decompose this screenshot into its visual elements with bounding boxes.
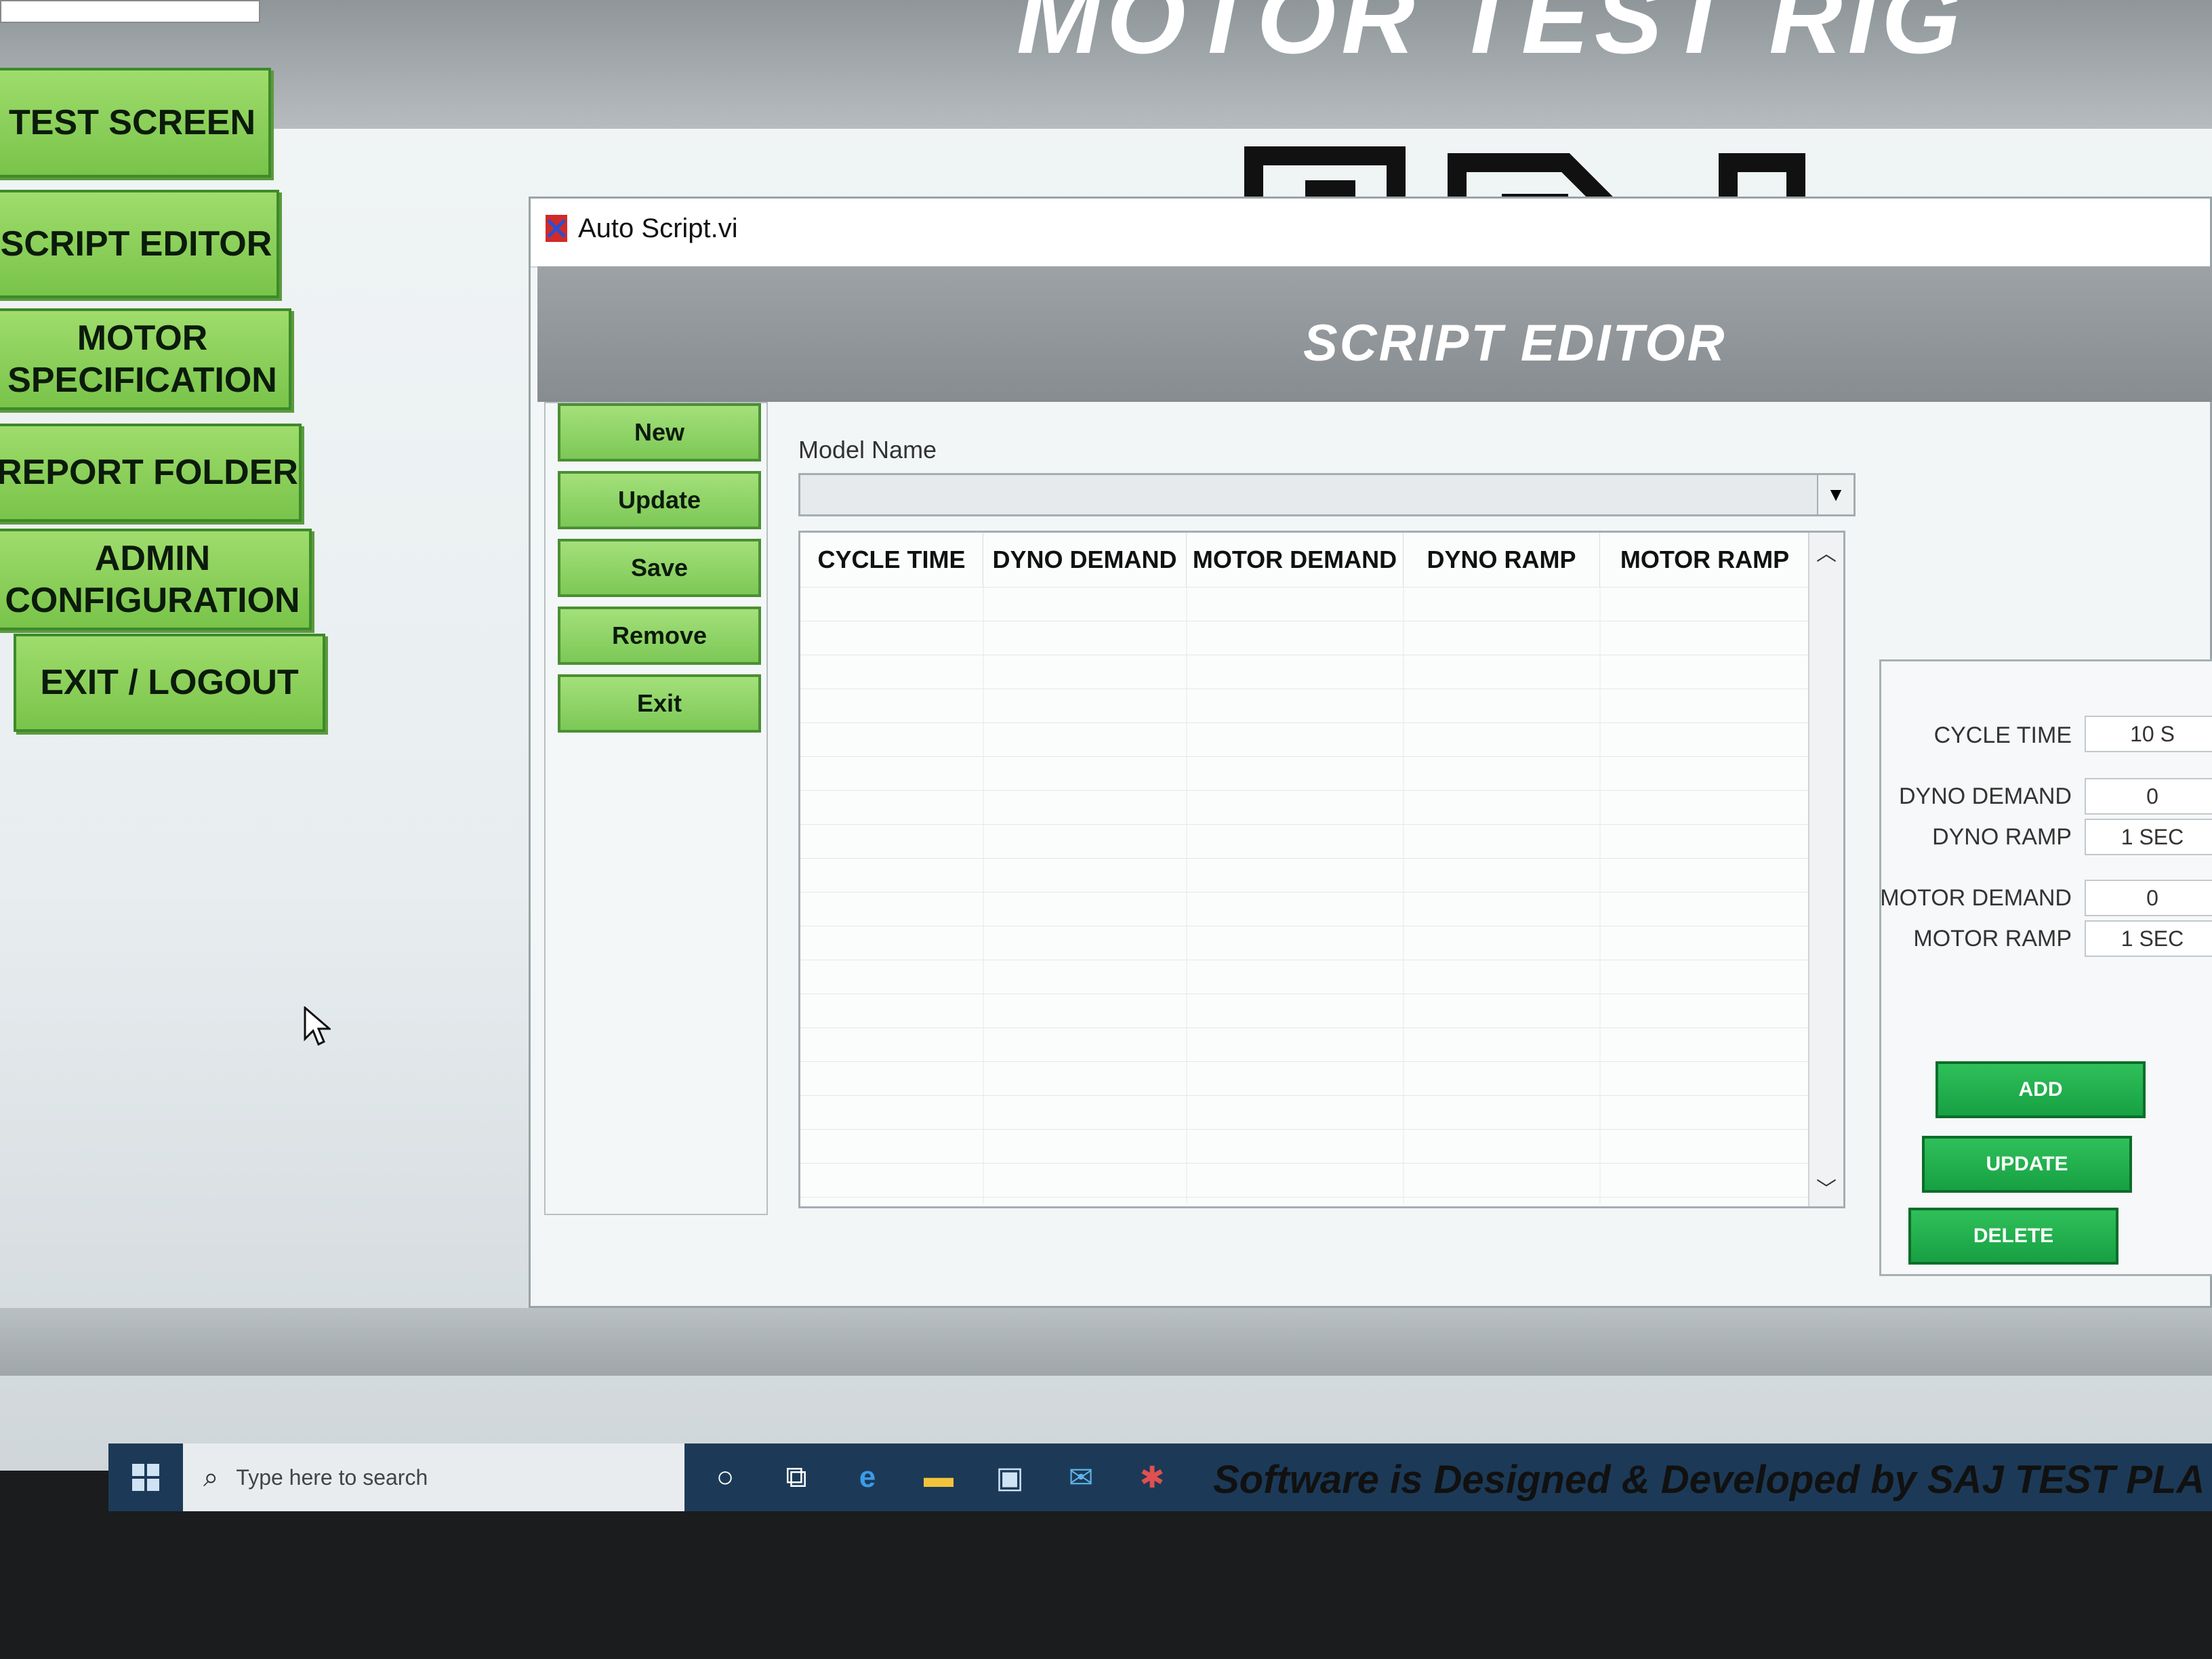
column-header-dyno-demand[interactable]: DYNO DEMAND [983,533,1187,587]
sidebar-item-admin-configuration[interactable]: ADMIN CONFIGURATION [0,529,312,630]
footer-band [0,1308,2212,1376]
model-name-select[interactable]: ▼ [798,473,1856,516]
sidebar-item-report-folder[interactable]: REPORT FOLDER [0,424,302,522]
motor-ramp-field[interactable]: 1 SEC [2085,920,2212,957]
update-button[interactable]: Update [558,471,761,529]
column-header-motor-ramp[interactable]: MOTOR RAMP [1600,533,1810,587]
labview-icon [546,215,567,242]
exit-button[interactable]: Exit [558,674,761,733]
save-button[interactable]: Save [558,539,761,597]
mouse-cursor-icon [304,1006,331,1046]
sidebar-item-exit-logout[interactable]: EXIT / LOGOUT [14,634,325,732]
script-editor-window: Auto Script.vi SCRIPT EDITOR New Update … [529,197,2212,1308]
column-header-cycle-time[interactable]: CYCLE TIME [800,533,983,587]
update-step-button[interactable]: UPDATE [1922,1136,2132,1193]
editor-title: SCRIPT EDITOR [1303,314,1727,372]
motor-demand-field[interactable]: 0 [2085,880,2212,916]
cortana-icon[interactable]: ○ [705,1457,745,1498]
chevron-down-icon[interactable]: ▼ [1817,475,1853,514]
taskbar-search-input[interactable]: ⌕ Type here to search [183,1443,684,1511]
remove-button[interactable]: Remove [558,607,761,665]
column-header-dyno-ramp[interactable]: DYNO RAMP [1404,533,1600,587]
windows-start-icon[interactable] [108,1443,183,1511]
app-screen: MOTOR TEST RIG TEST SCREEN SCRIPT EDITOR… [0,0,2212,1471]
table-scrollbar[interactable]: ︿ ﹀ [1808,533,1843,1206]
new-button[interactable]: New [558,403,761,462]
motor-ramp-label: MOTOR RAMP [1913,926,2072,951]
script-table[interactable]: CYCLE TIME DYNO DEMAND MOTOR DEMAND DYNO… [798,531,1845,1208]
chevron-up-icon[interactable]: ︿ [1809,537,1843,567]
windows-logo-icon [132,1464,159,1491]
model-name-label: Model Name [798,436,937,464]
command-panel: New Update Save Remove Exit [544,402,768,1215]
task-view-icon[interactable]: ⧉ [776,1457,817,1498]
corner-input[interactable] [0,0,260,23]
sidebar-item-motor-specification[interactable]: MOTOR SPECIFICATION [0,308,291,410]
mail-icon[interactable]: ✉ [1061,1457,1101,1498]
edge-icon[interactable]: e [847,1457,888,1498]
column-header-motor-demand[interactable]: MOTOR DEMAND [1187,533,1404,587]
search-icon: ⌕ [203,1462,219,1492]
store-icon[interactable]: ▣ [989,1457,1030,1498]
app-title: MOTOR TEST RIG [1017,0,1966,75]
table-header: CYCLE TIME DYNO DEMAND MOTOR DEMAND DYNO… [800,533,1810,587]
step-entry-panel: CYCLE TIME 10 S DYNO DEMAND 0 DYNO RAMP … [1879,659,2212,1276]
motor-demand-label: MOTOR DEMAND [1880,885,2072,911]
cycle-time-field[interactable]: 10 S [2085,716,2212,752]
chevron-down-icon[interactable]: ﹀ [1809,1172,1843,1202]
table-body[interactable] [800,587,1810,1204]
dyno-ramp-label: DYNO RAMP [1932,824,2072,850]
add-button[interactable]: ADD [1936,1061,2146,1118]
cycle-time-label: CYCLE TIME [1933,722,2072,748]
editor-header: SCRIPT EDITOR [537,266,2212,402]
sidebar-item-script-editor[interactable]: SCRIPT EDITOR [0,190,279,298]
developer-credit: Software is Designed & Developed by SAJ … [1213,1458,2205,1502]
top-banner: MOTOR TEST RIG [0,0,2212,129]
window-titlebar[interactable]: Auto Script.vi [531,199,2210,268]
dyno-demand-label: DYNO DEMAND [1898,783,2072,809]
search-placeholder: Type here to search [236,1465,428,1490]
dyno-demand-field[interactable]: 0 [2085,778,2212,815]
sidebar-item-test-screen[interactable]: TEST SCREEN [0,68,271,178]
file-explorer-icon[interactable]: ▬ [918,1457,959,1498]
delete-button[interactable]: DELETE [1908,1208,2118,1265]
labview-taskbar-icon[interactable]: ✱ [1132,1457,1172,1498]
dyno-ramp-field[interactable]: 1 SEC [2085,819,2212,855]
window-title: Auto Script.vi [578,213,738,243]
